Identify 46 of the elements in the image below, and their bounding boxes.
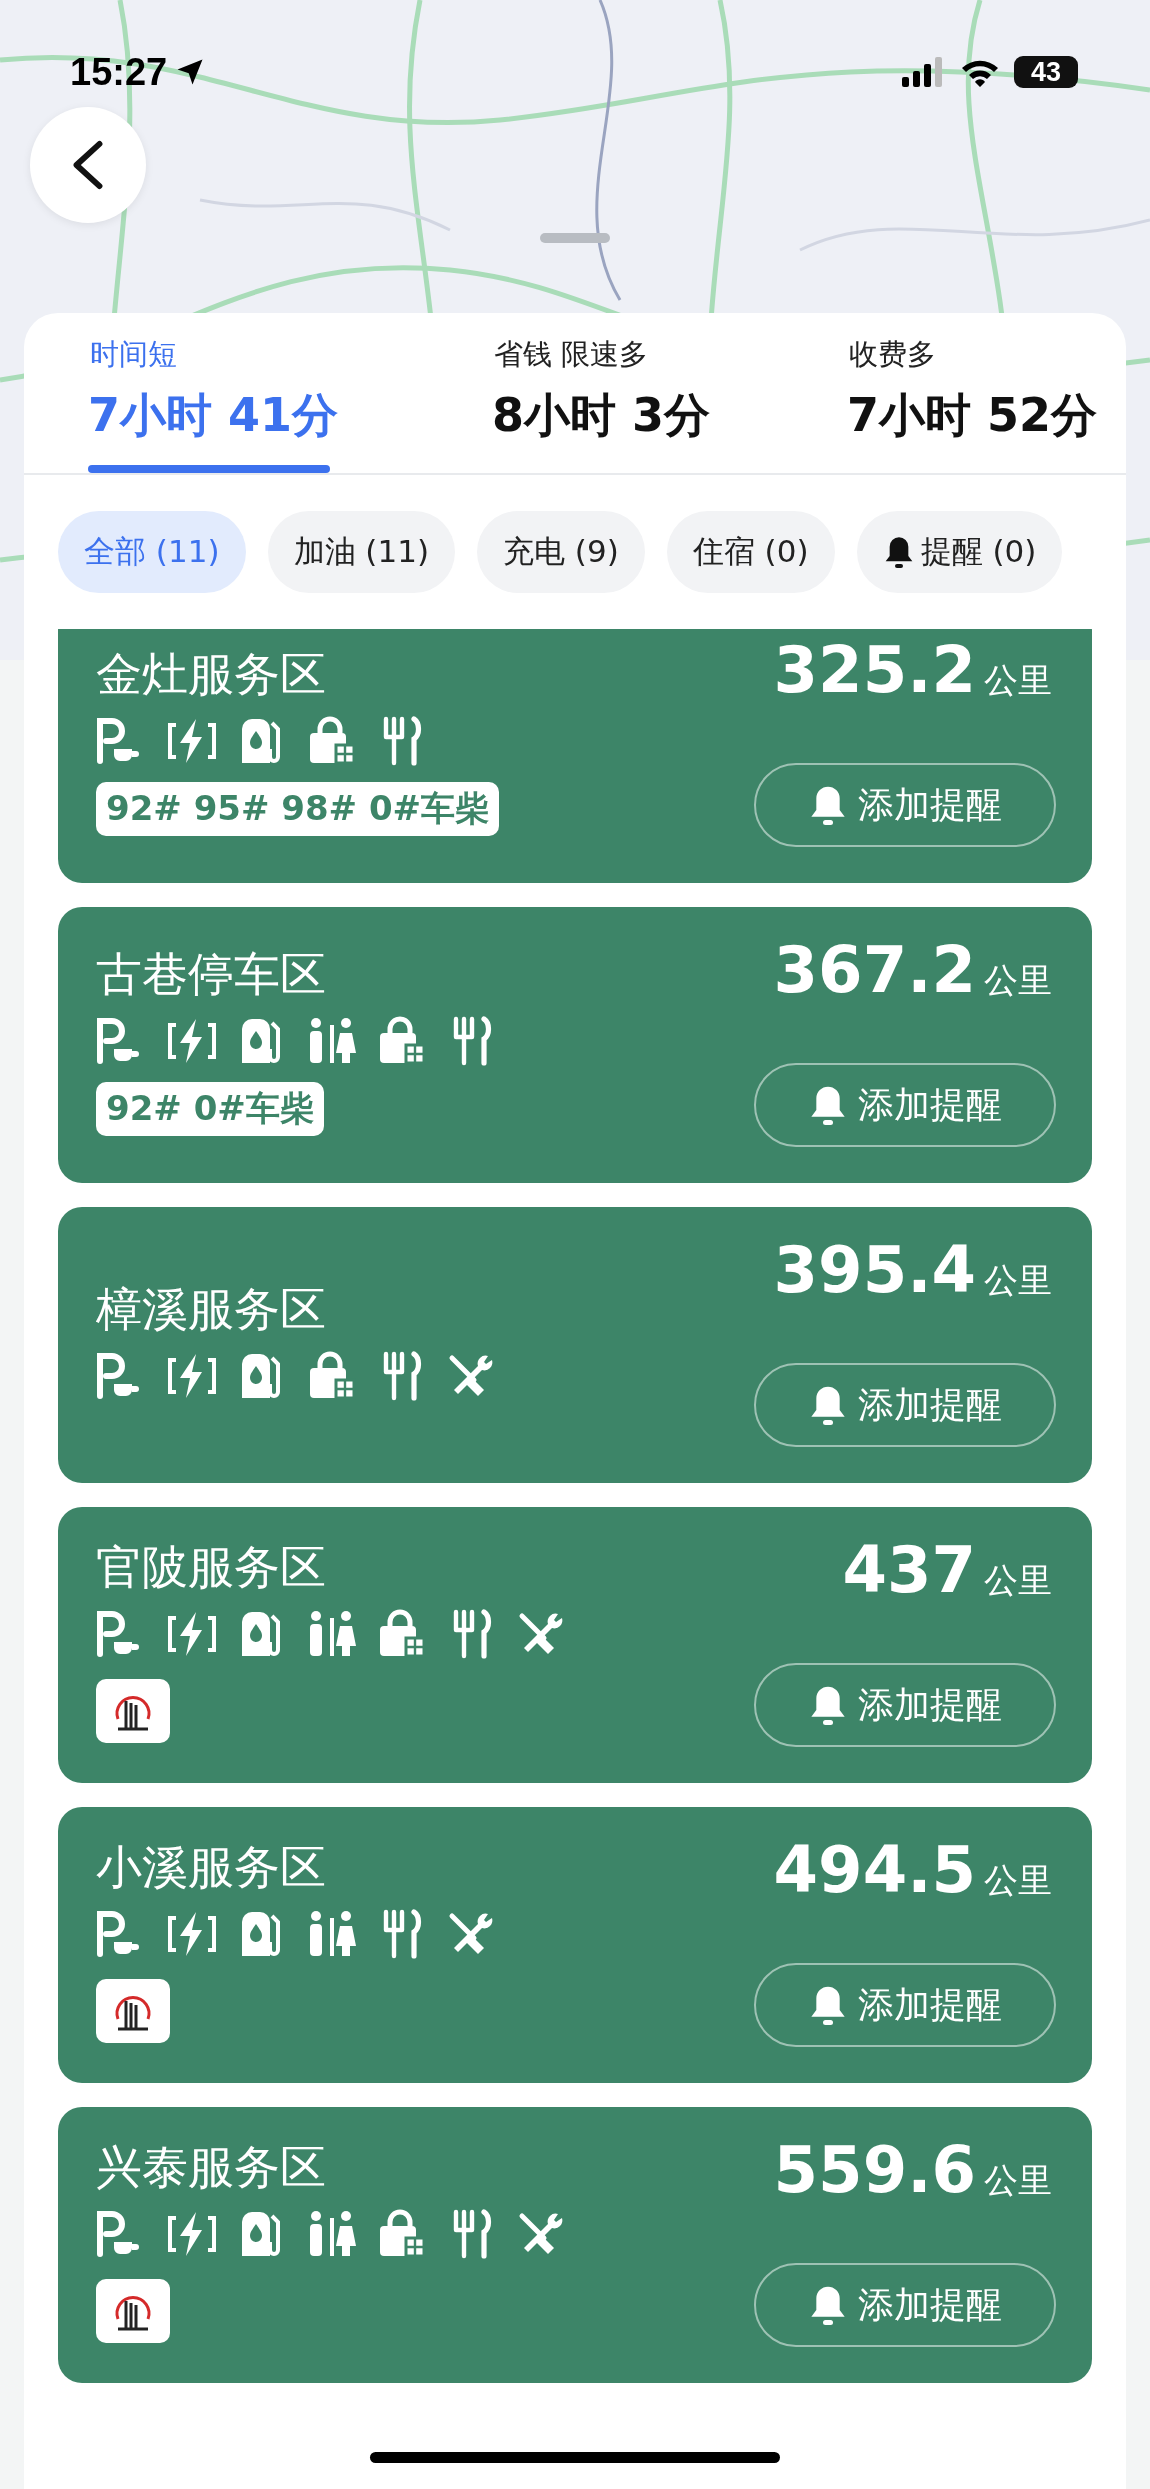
route-tab[interactable]: 收费多 7小时 52分 — [847, 335, 1126, 473]
drag-handle[interactable] — [540, 233, 610, 243]
route-tab[interactable]: 时间短 7小时 41分 — [88, 335, 492, 473]
distance-value: 395.4 — [773, 1233, 976, 1307]
add-reminder-button[interactable]: 添加提醒 — [754, 1663, 1056, 1747]
add-reminder-button[interactable]: 添加提醒 — [754, 1963, 1056, 2047]
service-area-name: 兴泰服务区 — [96, 2139, 327, 2196]
add-reminder-button[interactable]: 添加提醒 — [754, 2263, 1056, 2347]
service-area-name: 小溪服务区 — [96, 1839, 327, 1896]
brand-logo-icon — [96, 1979, 170, 2043]
service-area-card[interactable]: 官陂服务区 437 公里 添加提醒 — [58, 1507, 1092, 1783]
add-reminder-button[interactable]: 添加提醒 — [754, 763, 1056, 847]
service-area-name: 金灶服务区 — [96, 646, 327, 703]
distance-value: 325.2 — [773, 633, 976, 707]
route-tab[interactable]: 省钱 限速多 8小时 3分 — [492, 335, 847, 473]
filter-chip[interactable]: 加油 (11) — [267, 511, 455, 593]
service-area-card[interactable]: 金灶服务区 92# 95# 98# 0#车柴 325.2 公里 添加提醒 — [58, 629, 1092, 883]
add-reminder-button[interactable]: 添加提醒 — [754, 1063, 1056, 1147]
service-area-card[interactable]: 小溪服务区 494.5 公里 添加提醒 — [58, 1807, 1092, 2083]
distance-value: 437 — [842, 1533, 976, 1607]
filter-chip[interactable]: 住宿 (0) — [666, 511, 835, 593]
filter-chip[interactable]: 提醒 (0) — [856, 511, 1063, 593]
service-area-card[interactable]: 古巷停车区 92# 0#车柴 367.2 公里 添加提醒 — [58, 907, 1092, 1183]
brand-logo-icon — [96, 2279, 170, 2343]
distance-unit: 公里 — [984, 1859, 1052, 1902]
battery-level: 43 — [1014, 56, 1078, 88]
distance-value: 367.2 — [773, 933, 976, 1007]
distance-unit: 公里 — [984, 959, 1052, 1002]
distance-value: 494.5 — [773, 1833, 976, 1907]
filter-chip[interactable]: 充电 (9) — [477, 511, 645, 593]
service-area-card[interactable]: 兴泰服务区 559.6 公里 添加提醒 — [58, 2107, 1092, 2383]
filter-chip[interactable]: 全部 (11) — [58, 511, 246, 593]
service-area-name: 官陂服务区 — [96, 1539, 327, 1596]
service-area-name: 樟溪服务区 — [96, 1281, 327, 1338]
distance-unit: 公里 — [984, 1559, 1052, 1602]
fuel-grade-tag: 92# 95# 98# 0#车柴 — [96, 782, 500, 836]
service-area-name: 古巷停车区 — [96, 946, 327, 1003]
add-reminder-button[interactable]: 添加提醒 — [754, 1363, 1056, 1447]
distance-value: 559.6 — [773, 2133, 976, 2207]
distance-unit: 公里 — [984, 2159, 1052, 2202]
service-area-card[interactable]: 樟溪服务区 395.4 公里 添加提醒 — [58, 1207, 1092, 1483]
brand-logo-icon — [96, 1679, 170, 1743]
status-time: 15:27 — [70, 50, 168, 94]
distance-unit: 公里 — [984, 1259, 1052, 1302]
fuel-grade-tag: 92# 0#车柴 — [96, 1082, 324, 1136]
distance-unit: 公里 — [984, 659, 1052, 702]
